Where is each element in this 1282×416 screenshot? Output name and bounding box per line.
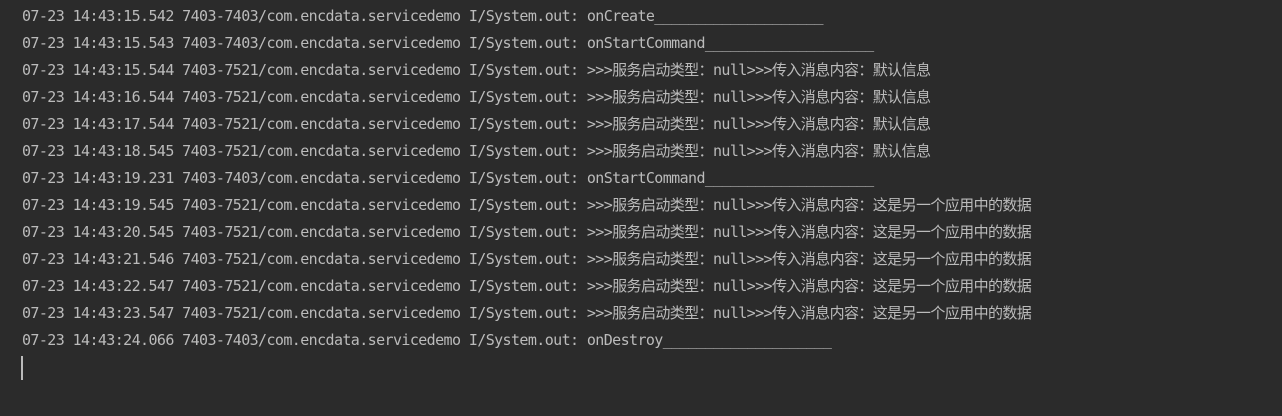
log-line[interactable]: 07-23 14:43:16.544 7403-7521/com.encdata… — [22, 84, 1282, 111]
log-line[interactable]: 07-23 14:43:19.231 7403-7403/com.encdata… — [22, 165, 1282, 192]
logcat-console[interactable]: 07-23 14:43:15.542 7403-7403/com.encdata… — [0, 0, 1282, 416]
log-line[interactable]: 07-23 14:43:20.545 7403-7521/com.encdata… — [22, 219, 1282, 246]
log-line[interactable]: 07-23 14:43:19.545 7403-7521/com.encdata… — [22, 192, 1282, 219]
log-line[interactable]: 07-23 14:43:15.543 7403-7403/com.encdata… — [22, 30, 1282, 57]
input-line[interactable] — [21, 354, 1282, 381]
log-line[interactable]: 07-23 14:43:18.545 7403-7521/com.encdata… — [22, 138, 1282, 165]
log-line[interactable]: 07-23 14:43:15.542 7403-7403/com.encdata… — [22, 3, 1282, 30]
text-caret — [21, 356, 23, 380]
log-line[interactable]: 07-23 14:43:15.544 7403-7521/com.encdata… — [22, 57, 1282, 84]
log-line[interactable]: 07-23 14:43:23.547 7403-7521/com.encdata… — [22, 300, 1282, 327]
log-line[interactable]: 07-23 14:43:24.066 7403-7403/com.encdata… — [22, 327, 1282, 354]
log-line[interactable]: 07-23 14:43:21.546 7403-7521/com.encdata… — [22, 246, 1282, 273]
log-line[interactable]: 07-23 14:43:22.547 7403-7521/com.encdata… — [22, 273, 1282, 300]
log-line[interactable]: 07-23 14:43:17.544 7403-7521/com.encdata… — [22, 111, 1282, 138]
